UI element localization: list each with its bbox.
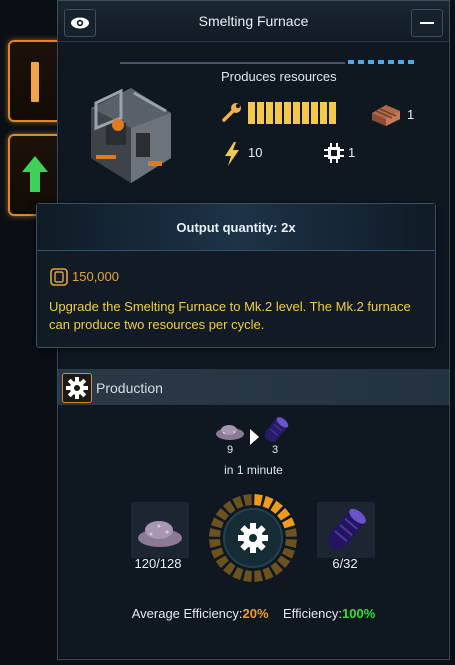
ore-powder-icon bbox=[138, 521, 182, 547]
resource-count: 1 bbox=[407, 107, 415, 122]
level-segment bbox=[266, 102, 273, 124]
lightning-icon bbox=[225, 142, 239, 166]
level-segment bbox=[293, 102, 300, 124]
tooltip-title: Output quantity: 2x bbox=[176, 220, 296, 235]
upgrade-cost: 150,000 bbox=[72, 269, 119, 284]
dial-segment bbox=[209, 528, 221, 537]
efficiency-value: 100% bbox=[342, 606, 376, 621]
chip-value: 1 bbox=[348, 145, 356, 160]
level-segment bbox=[275, 102, 282, 124]
production-header: Production bbox=[58, 369, 449, 405]
dial-segment bbox=[254, 570, 263, 582]
wrench-icon bbox=[222, 103, 241, 122]
input-stock: 120/128 bbox=[134, 556, 182, 571]
produces-label: Produces resources bbox=[221, 69, 337, 84]
avg-efficiency-value: 20% bbox=[242, 606, 269, 621]
level-segment bbox=[284, 102, 291, 124]
level-bar bbox=[248, 102, 336, 124]
bar-icon bbox=[31, 62, 39, 102]
level-segment bbox=[311, 102, 318, 124]
ingot-icon bbox=[327, 508, 366, 550]
title-bar: Smelting Furnace bbox=[58, 1, 449, 42]
level-segment bbox=[320, 102, 327, 124]
level-segment bbox=[248, 102, 255, 124]
dial-segment bbox=[210, 517, 224, 529]
dial-segment bbox=[282, 517, 296, 529]
up-arrow-icon bbox=[22, 156, 48, 192]
power-value: 10 bbox=[248, 145, 263, 160]
dial-segment bbox=[262, 495, 274, 509]
output-stock: 6/32 bbox=[332, 556, 358, 571]
recipe-input-qty: 9 bbox=[227, 444, 234, 456]
dial-segment bbox=[210, 547, 224, 559]
dial-segment bbox=[254, 494, 263, 506]
avg-efficiency-label: Average Efficiency: bbox=[131, 606, 243, 621]
credits-icon bbox=[50, 268, 68, 286]
production-dial[interactable] bbox=[208, 493, 298, 583]
minimize-button[interactable] bbox=[411, 9, 443, 37]
input-slot[interactable] bbox=[131, 502, 189, 558]
demolish-tool-button[interactable] bbox=[8, 40, 62, 122]
cycle-time: in 1 minute bbox=[224, 463, 283, 477]
production-label: Production bbox=[96, 380, 163, 396]
decorative-divider bbox=[120, 60, 414, 64]
dial-segment bbox=[285, 528, 297, 537]
level-segment bbox=[302, 102, 309, 124]
dial-segment bbox=[243, 570, 252, 582]
efficiency-line: Average Efficiency:20% Efficiency:100% bbox=[58, 606, 449, 621]
ore-powder-icon bbox=[216, 425, 244, 440]
tooltip-header: Output quantity: 2x bbox=[37, 204, 435, 251]
smelting-furnace-image bbox=[91, 88, 171, 183]
dial-segment bbox=[262, 567, 274, 581]
level-segment bbox=[329, 102, 336, 124]
gear-icon bbox=[66, 377, 88, 399]
gear-icon bbox=[238, 523, 268, 553]
window-title: Smelting Furnace bbox=[198, 13, 309, 29]
dial-segment bbox=[243, 494, 252, 506]
dial-segment bbox=[209, 539, 221, 548]
recipe-output-qty: 3 bbox=[272, 444, 279, 456]
brick-resource-icon bbox=[372, 105, 400, 126]
chip-icon bbox=[324, 143, 344, 163]
dial-segment bbox=[232, 567, 244, 581]
output-slot[interactable] bbox=[317, 502, 375, 558]
dial-segment bbox=[282, 547, 296, 559]
upgrade-description: Upgrade the Smelting Furnace to Mk.2 lev… bbox=[49, 299, 411, 332]
production-settings-button[interactable] bbox=[62, 373, 92, 403]
upgrade-tooltip: Output quantity: 2x 150,000 Upgrade the … bbox=[36, 203, 436, 348]
dial-segment bbox=[232, 495, 244, 509]
ingot-icon bbox=[264, 417, 289, 443]
recipe-arrow-icon bbox=[250, 429, 259, 445]
efficiency-label: Efficiency: bbox=[283, 606, 343, 621]
level-segment bbox=[257, 102, 264, 124]
dial-segment bbox=[285, 539, 297, 548]
